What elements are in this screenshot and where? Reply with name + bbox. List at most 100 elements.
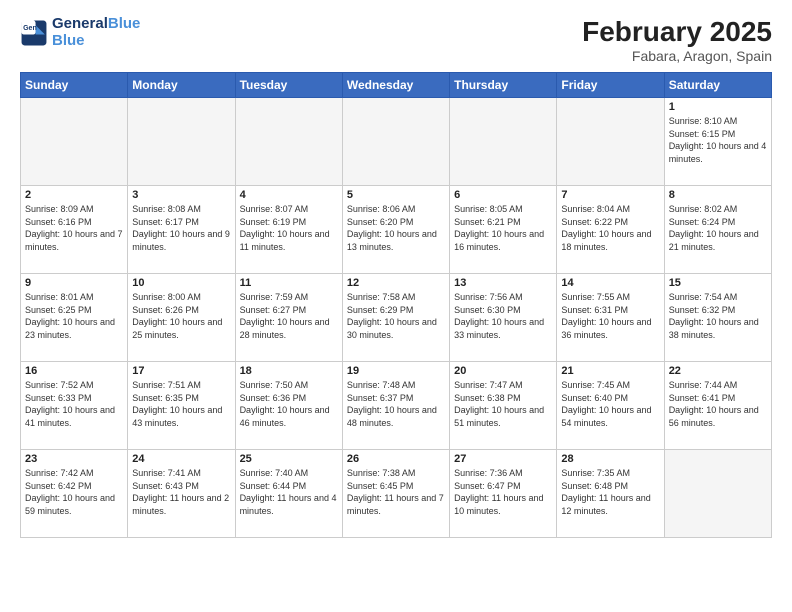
day-number: 9 (25, 277, 123, 289)
day-cell: 10Sunrise: 8:00 AM Sunset: 6:26 PM Dayli… (128, 274, 235, 362)
day-info: Sunrise: 8:04 AM Sunset: 6:22 PM Dayligh… (561, 203, 659, 253)
logo-text: GeneralBlue Blue (52, 16, 140, 49)
logo-icon: Gen (20, 19, 48, 47)
day-number: 17 (132, 365, 230, 377)
day-info: Sunrise: 7:41 AM Sunset: 6:43 PM Dayligh… (132, 467, 230, 517)
day-number: 3 (132, 189, 230, 201)
day-info: Sunrise: 8:10 AM Sunset: 6:15 PM Dayligh… (669, 115, 767, 165)
weekday-friday: Friday (557, 73, 664, 98)
day-info: Sunrise: 7:45 AM Sunset: 6:40 PM Dayligh… (561, 379, 659, 429)
day-cell: 26 Sunrise: 7:38 AM Sunset: 6:45 PM Dayli… (342, 450, 449, 538)
day-cell: 8 Sunrise: 8:02 AM Sunset: 6:24 PM Daylig… (664, 186, 771, 274)
day-cell: 15 Sunrise: 7:54 AM Sunset: 6:32 PM Dayli… (664, 274, 771, 362)
day-number: 22 (669, 365, 767, 377)
week-row-1: 1 Sunrise: 8:10 AM Sunset: 6:15 PM Daylig… (21, 98, 772, 186)
day-cell: 3 Sunrise: 8:08 AM Sunset: 6:17 PM Daylig… (128, 186, 235, 274)
day-number: 6 (454, 189, 552, 201)
week-row-4: 16Sunrise: 7:52 AM Sunset: 6:33 PM Dayli… (21, 362, 772, 450)
day-cell: 13 Sunrise: 7:56 AM Sunset: 6:30 PM Dayli… (450, 274, 557, 362)
day-number: 15 (669, 277, 767, 289)
day-cell: 2 Sunrise: 8:09 AM Sunset: 6:16 PM Daylig… (21, 186, 128, 274)
title-block: February 2025 Fabara, Aragon, Spain (582, 16, 772, 64)
day-cell: 6Sunrise: 8:05 AM Sunset: 6:21 PM Daylig… (450, 186, 557, 274)
day-number: 8 (669, 189, 767, 201)
day-info: Sunrise: 7:50 AM Sunset: 6:36 PM Dayligh… (240, 379, 338, 429)
day-info: Sunrise: 7:40 AM Sunset: 6:44 PM Dayligh… (240, 467, 338, 517)
day-number: 23 (25, 453, 123, 465)
day-number: 25 (240, 453, 338, 465)
day-info: Sunrise: 8:01 AM Sunset: 6:25 PM Dayligh… (25, 291, 123, 341)
day-info: Sunrise: 8:02 AM Sunset: 6:24 PM Dayligh… (669, 203, 767, 253)
week-row-5: 23Sunrise: 7:42 AM Sunset: 6:42 PM Dayli… (21, 450, 772, 538)
week-row-2: 2 Sunrise: 8:09 AM Sunset: 6:16 PM Daylig… (21, 186, 772, 274)
day-number: 26 (347, 453, 445, 465)
day-cell: 14 Sunrise: 7:55 AM Sunset: 6:31 PM Dayli… (557, 274, 664, 362)
day-cell (342, 98, 449, 186)
day-cell: 1 Sunrise: 8:10 AM Sunset: 6:15 PM Daylig… (664, 98, 771, 186)
weekday-monday: Monday (128, 73, 235, 98)
header: Gen GeneralBlue Blue February 2025 Fabar… (20, 16, 772, 64)
day-info: Sunrise: 7:38 AM Sunset: 6:45 PM Dayligh… (347, 467, 445, 517)
day-info: Sunrise: 7:55 AM Sunset: 6:31 PM Dayligh… (561, 291, 659, 341)
day-cell: 12 Sunrise: 7:58 AM Sunset: 6:29 PM Dayli… (342, 274, 449, 362)
day-cell: 7 Sunrise: 8:04 AM Sunset: 6:22 PM Daylig… (557, 186, 664, 274)
day-info: Sunrise: 7:48 AM Sunset: 6:37 PM Dayligh… (347, 379, 445, 429)
day-cell: 18Sunrise: 7:50 AM Sunset: 6:36 PM Dayli… (235, 362, 342, 450)
day-info: Sunrise: 7:59 AM Sunset: 6:27 PM Dayligh… (240, 291, 338, 341)
day-cell: 28 Sunrise: 7:35 AM Sunset: 6:48 PM Dayli… (557, 450, 664, 538)
day-info: Sunrise: 7:54 AM Sunset: 6:32 PM Dayligh… (669, 291, 767, 341)
day-info: Sunrise: 7:56 AM Sunset: 6:30 PM Dayligh… (454, 291, 552, 341)
weekday-wednesday: Wednesday (342, 73, 449, 98)
svg-text:Gen: Gen (23, 24, 37, 31)
day-cell (21, 98, 128, 186)
day-number: 27 (454, 453, 552, 465)
day-cell (450, 98, 557, 186)
day-number: 11 (240, 277, 338, 289)
day-info: Sunrise: 7:36 AM Sunset: 6:47 PM Dayligh… (454, 467, 552, 517)
day-cell: 19 Sunrise: 7:48 AM Sunset: 6:37 PM Dayli… (342, 362, 449, 450)
day-number: 13 (454, 277, 552, 289)
day-cell: 24 Sunrise: 7:41 AM Sunset: 6:43 PM Dayli… (128, 450, 235, 538)
day-cell: 22Sunrise: 7:44 AM Sunset: 6:41 PM Dayli… (664, 362, 771, 450)
day-cell: 23Sunrise: 7:42 AM Sunset: 6:42 PM Dayli… (21, 450, 128, 538)
weekday-thursday: Thursday (450, 73, 557, 98)
location: Fabara, Aragon, Spain (582, 48, 772, 64)
day-info: Sunrise: 8:09 AM Sunset: 6:16 PM Dayligh… (25, 203, 123, 253)
day-cell (235, 98, 342, 186)
day-info: Sunrise: 8:08 AM Sunset: 6:17 PM Dayligh… (132, 203, 230, 253)
day-info: Sunrise: 8:07 AM Sunset: 6:19 PM Dayligh… (240, 203, 338, 253)
week-row-3: 9 Sunrise: 8:01 AM Sunset: 6:25 PM Daylig… (21, 274, 772, 362)
day-number: 7 (561, 189, 659, 201)
day-info: Sunrise: 8:00 AM Sunset: 6:26 PM Dayligh… (132, 291, 230, 341)
day-info: Sunrise: 7:58 AM Sunset: 6:29 PM Dayligh… (347, 291, 445, 341)
day-info: Sunrise: 7:35 AM Sunset: 6:48 PM Dayligh… (561, 467, 659, 517)
day-cell: 17Sunrise: 7:51 AM Sunset: 6:35 PM Dayli… (128, 362, 235, 450)
day-cell (664, 450, 771, 538)
weekday-header-row: SundayMondayTuesdayWednesdayThursdayFrid… (21, 73, 772, 98)
day-cell (128, 98, 235, 186)
page: Gen GeneralBlue Blue February 2025 Fabar… (0, 0, 792, 612)
day-info: Sunrise: 7:47 AM Sunset: 6:38 PM Dayligh… (454, 379, 552, 429)
day-number: 1 (669, 101, 767, 113)
day-cell: 16Sunrise: 7:52 AM Sunset: 6:33 PM Dayli… (21, 362, 128, 450)
day-number: 16 (25, 365, 123, 377)
day-cell: 25 Sunrise: 7:40 AM Sunset: 6:44 PM Dayli… (235, 450, 342, 538)
month-title: February 2025 (582, 16, 772, 48)
day-number: 14 (561, 277, 659, 289)
day-number: 12 (347, 277, 445, 289)
day-number: 20 (454, 365, 552, 377)
day-cell: 4 Sunrise: 8:07 AM Sunset: 6:19 PM Daylig… (235, 186, 342, 274)
weekday-sunday: Sunday (21, 73, 128, 98)
day-number: 24 (132, 453, 230, 465)
day-info: Sunrise: 8:06 AM Sunset: 6:20 PM Dayligh… (347, 203, 445, 253)
day-cell (557, 98, 664, 186)
day-cell: 27 Sunrise: 7:36 AM Sunset: 6:47 PM Dayli… (450, 450, 557, 538)
day-cell: 9 Sunrise: 8:01 AM Sunset: 6:25 PM Daylig… (21, 274, 128, 362)
day-number: 19 (347, 365, 445, 377)
day-cell: 21Sunrise: 7:45 AM Sunset: 6:40 PM Dayli… (557, 362, 664, 450)
day-cell: 20 Sunrise: 7:47 AM Sunset: 6:38 PM Dayli… (450, 362, 557, 450)
day-number: 2 (25, 189, 123, 201)
day-number: 5 (347, 189, 445, 201)
day-number: 28 (561, 453, 659, 465)
day-number: 4 (240, 189, 338, 201)
